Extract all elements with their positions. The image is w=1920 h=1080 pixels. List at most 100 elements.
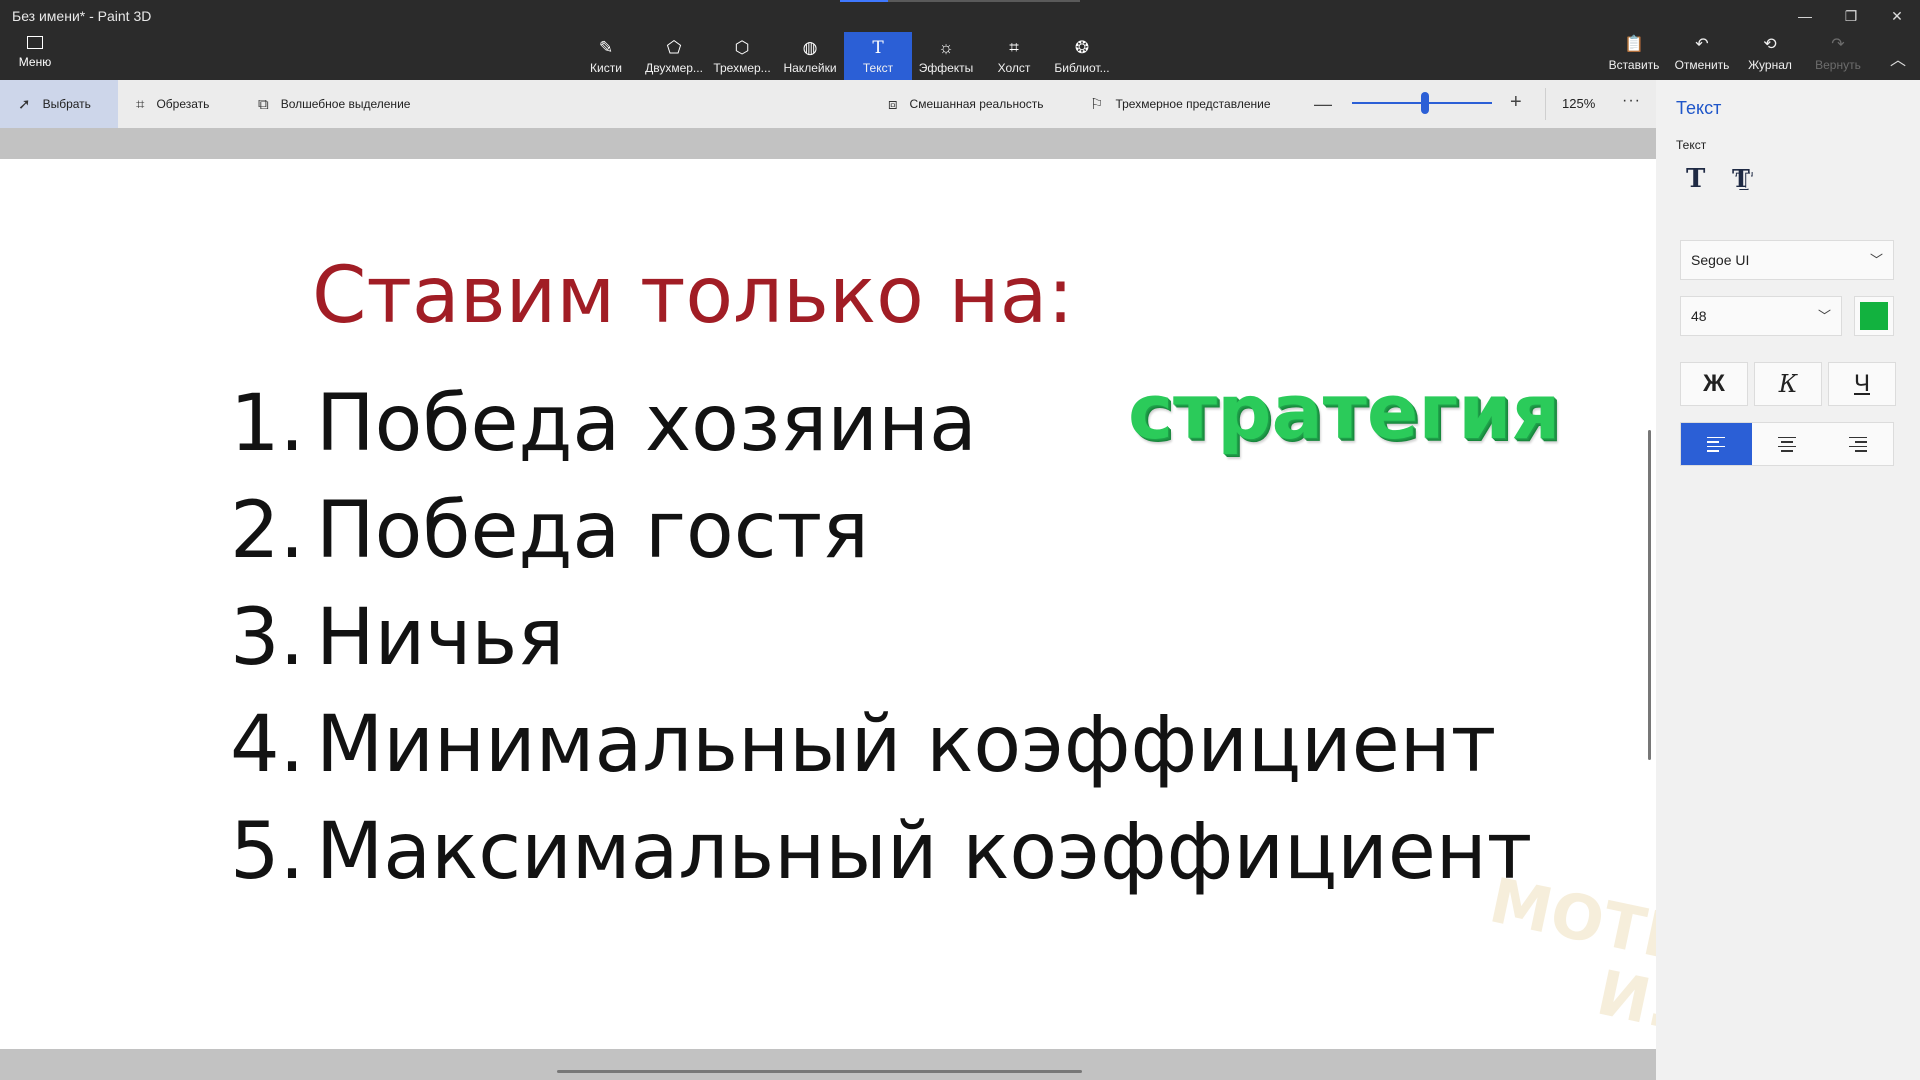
mixed-reality-label: Смешанная реальность xyxy=(909,97,1044,111)
panel-title: Текст xyxy=(1676,98,1722,118)
mixed-reality-icon: ⧈ xyxy=(888,95,898,113)
horizontal-scrollbar[interactable] xyxy=(557,1070,1082,1073)
chevron-up-icon[interactable]: ︿ xyxy=(1890,46,1906,70)
item-number: 1. xyxy=(230,379,305,469)
drawing-canvas[interactable]: Ставим только на: 1. Победа хозяина 2. Поб… xyxy=(0,159,1656,1049)
secondary-toolbar: ➚ Выбрать ⌗ Обрезать ⧉ Волшебное выделен… xyxy=(0,80,1656,128)
item-number: 2. xyxy=(230,486,305,576)
text-icon: T xyxy=(872,38,884,58)
minimize-button[interactable]: — xyxy=(1782,0,1828,32)
crop-button[interactable]: ⌗ Обрезать xyxy=(136,80,209,128)
watermark: МОТЫКИН И.И xyxy=(1470,864,1656,1049)
magic-select-button[interactable]: ⧉ Волшебное выделение xyxy=(258,80,410,128)
tool-label: Трехмер... xyxy=(713,61,771,75)
chevron-down-icon: ﹀ xyxy=(1817,308,1831,324)
item-text: Ничья xyxy=(316,593,565,683)
align-left-button[interactable] xyxy=(1681,423,1752,465)
bold-button[interactable]: Ж xyxy=(1680,362,1748,406)
tool-label: Библиот... xyxy=(1054,61,1110,75)
list-item: 4. Минимальный коэффициент xyxy=(230,692,1532,799)
tool-label: Кисти xyxy=(590,61,622,75)
more-options-button[interactable]: ··· xyxy=(1622,92,1641,110)
mixed-reality-button[interactable]: ⧈ Смешанная реальность xyxy=(888,80,1044,128)
2d-text-button[interactable]: T xyxy=(1686,164,1705,194)
redo-label: Вернуть xyxy=(1815,58,1861,72)
cursor-icon: ➚ xyxy=(18,96,31,113)
tool-stickers[interactable]: ◍ Наклейки xyxy=(776,32,844,80)
view-3d-button[interactable]: ⚐ Трехмерное представление xyxy=(1090,80,1271,128)
align-center-button[interactable] xyxy=(1752,423,1823,465)
workspace-background xyxy=(0,128,1656,159)
history-button[interactable]: ⟲ Журнал xyxy=(1736,36,1804,76)
tab-indicator xyxy=(840,0,1080,2)
restore-button[interactable]: ❐ xyxy=(1828,0,1874,32)
canvas-icon: ⌗ xyxy=(1009,38,1019,57)
zoom-in-button[interactable]: + xyxy=(1510,91,1522,114)
list-item: 5. Максимальный коэффициент xyxy=(230,799,1532,906)
view-3d-label: Трехмерное представление xyxy=(1115,97,1271,111)
align-right-button[interactable] xyxy=(1822,423,1893,465)
stickers-icon: ◍ xyxy=(802,38,818,57)
zoom-level[interactable]: 125% xyxy=(1562,96,1595,111)
folder-icon xyxy=(27,36,43,49)
format-buttons: Ж К Ч xyxy=(1680,362,1896,406)
3d-text-object[interactable]: стратегия xyxy=(1128,367,1560,456)
item-number: 5. xyxy=(230,807,305,897)
divider xyxy=(1545,88,1546,120)
list-item: 2. Победа гостя xyxy=(230,478,1532,585)
tool-effects[interactable]: ☼ Эффекты xyxy=(912,32,980,80)
tool-library[interactable]: ❂ Библиот... xyxy=(1048,32,1116,80)
tool-2d-shapes[interactable]: ⬠ Двухмер... xyxy=(640,32,708,80)
flag-icon: ⚐ xyxy=(1090,96,1104,113)
italic-button[interactable]: К xyxy=(1754,362,1822,406)
3d-text-button[interactable]: T xyxy=(1732,164,1750,193)
font-size-select[interactable]: 48 ﹀ xyxy=(1680,296,1842,336)
canvas-heading[interactable]: Ставим только на: xyxy=(312,251,1074,341)
align-right-icon xyxy=(1848,436,1867,452)
underline-button[interactable]: Ч xyxy=(1828,362,1896,406)
history-icon: ⟲ xyxy=(1763,36,1777,53)
tool-brushes[interactable]: ✎ Кисти xyxy=(572,32,640,80)
text-3d-icon: T xyxy=(1732,164,1750,193)
text-2d-icon: T xyxy=(1686,164,1706,194)
paste-button[interactable]: 📋 Вставить xyxy=(1600,36,1668,76)
redo-icon: ↷ xyxy=(1831,36,1845,53)
tool-3d-shapes[interactable]: ⬡ Трехмер... xyxy=(708,32,776,80)
item-number: 3. xyxy=(230,593,305,683)
text-properties-panel: Текст Текст T T Segoe UI ﹀ 48 ﹀ Ж К Ч xyxy=(1656,80,1920,1080)
item-text: Победа хозяина xyxy=(316,379,977,469)
select-button[interactable]: ➚ Выбрать xyxy=(0,80,118,128)
tool-label: Двухмер... xyxy=(645,61,703,75)
alignment-buttons xyxy=(1680,422,1894,466)
crop-icon: ⌗ xyxy=(136,95,145,113)
crop-label: Обрезать xyxy=(156,97,210,111)
item-text: Минимальный коэффициент xyxy=(316,700,1497,790)
window-controls: — ❐ ✕ xyxy=(1782,0,1920,32)
undo-label: Отменить xyxy=(1674,58,1730,72)
main-tools: ✎ Кисти ⬠ Двухмер... ⬡ Трехмер... ◍ Накл… xyxy=(572,32,1116,80)
font-family-select[interactable]: Segoe UI ﹀ xyxy=(1680,240,1894,280)
tool-text[interactable]: T Текст xyxy=(844,32,912,80)
zoom-out-button[interactable]: — xyxy=(1314,94,1332,115)
tool-canvas[interactable]: ⌗ Холст xyxy=(980,32,1048,80)
2d-shapes-icon: ⬠ xyxy=(666,38,682,57)
edit-actions: 📋 Вставить ↶ Отменить ⟲ Журнал ↷ Вернуть xyxy=(1600,36,1872,76)
workspace-background-bottom xyxy=(0,1049,1656,1080)
text-color-button[interactable] xyxy=(1854,296,1894,336)
align-center-icon xyxy=(1778,436,1796,452)
item-text: Победа гостя xyxy=(316,486,869,576)
zoom-slider-thumb[interactable] xyxy=(1420,92,1429,114)
menu-button[interactable]: Меню xyxy=(10,36,60,76)
align-left-icon xyxy=(1707,436,1726,452)
undo-button[interactable]: ↶ Отменить xyxy=(1668,36,1736,76)
tool-label: Текст xyxy=(862,61,894,75)
close-button[interactable]: ✕ xyxy=(1874,0,1920,32)
redo-button[interactable]: ↷ Вернуть xyxy=(1804,36,1872,76)
window-title: Без имени* - Paint 3D xyxy=(12,8,152,24)
magic-select-icon: ⧉ xyxy=(258,95,269,113)
clipboard-icon: 📋 xyxy=(1624,36,1644,53)
item-number: 4. xyxy=(230,700,305,790)
vertical-scrollbar[interactable] xyxy=(1648,430,1651,760)
panel-section-label: Текст xyxy=(1676,138,1707,152)
top-ribbon: Без имени* - Paint 3D — ❐ ✕ Меню ✎ Кисти… xyxy=(0,0,1920,80)
